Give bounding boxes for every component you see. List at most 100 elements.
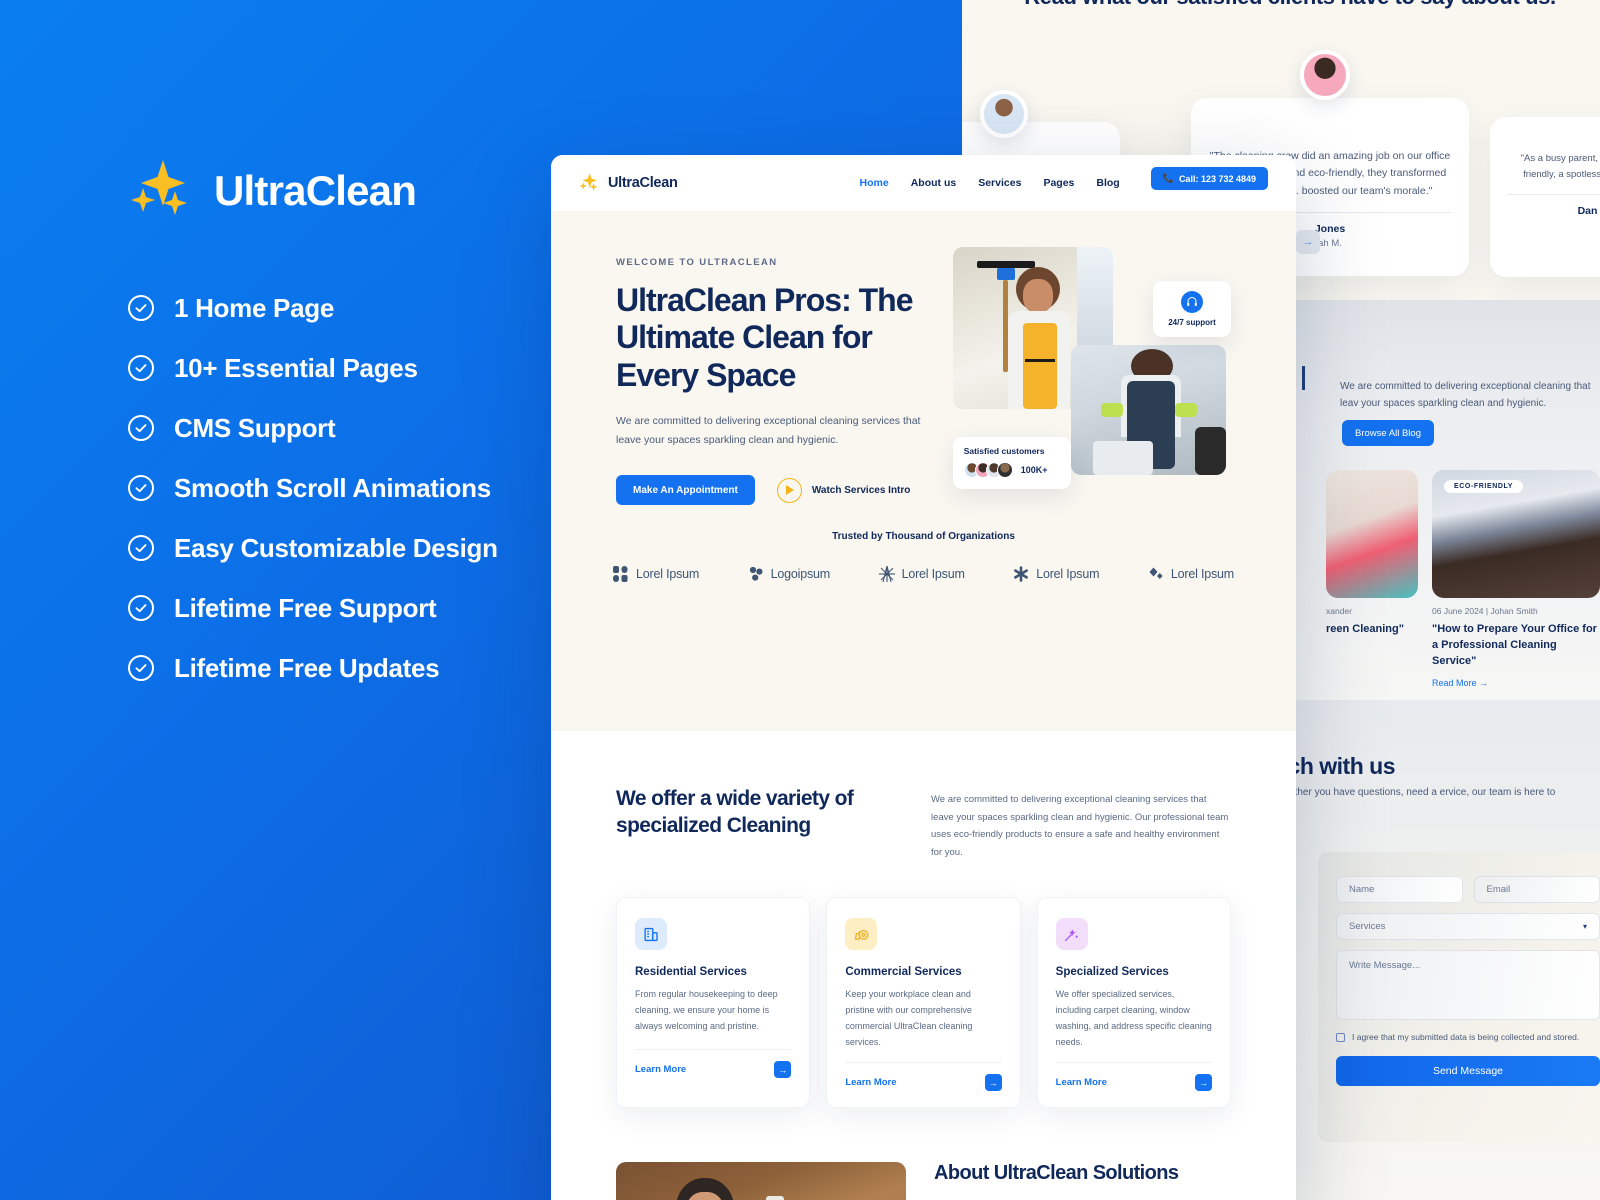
clover-icon — [749, 566, 763, 581]
promo-feature-item: CMS Support — [128, 398, 498, 458]
satisfied-customers-label: Satisfied customers — [963, 446, 1045, 457]
name-input[interactable]: Name — [1336, 876, 1463, 903]
partner-logo-label: Lorel Ipsum — [1036, 567, 1100, 582]
service-card-title: Residential Services — [635, 966, 747, 979]
building-icon — [635, 918, 667, 951]
blog-post-card[interactable]: ECO-FRIENDLY 06 June 2024 | Johan Smith … — [1432, 470, 1600, 688]
partner-logo: Lorel Ipsum — [1148, 566, 1234, 582]
make-appointment-button[interactable]: Make An Appointment — [616, 475, 755, 506]
blog-title: "How to Prepare Your Office for a Profes… — [1432, 623, 1597, 667]
diamonds-icon — [1149, 567, 1163, 580]
hero-cta-row: Make An Appointment Watch Services Intro — [616, 475, 933, 506]
vacuum-icon — [845, 918, 878, 951]
arrow-right-icon[interactable]: → — [1194, 1074, 1212, 1092]
nav-item-home[interactable]: Home — [860, 177, 889, 189]
check-circle-icon — [128, 475, 154, 501]
testimonials-title: Read what our satisfied clients have to … — [960, 0, 1600, 12]
promo-feature-item: 10+ Essential Pages — [128, 338, 498, 398]
play-icon — [776, 477, 802, 503]
promo-feature-label: Smooth Scroll Animations — [174, 472, 491, 503]
partner-logo: Lorel Ipsum — [878, 566, 965, 583]
blog-meta: xander — [1326, 606, 1352, 616]
watch-intro-button[interactable]: Watch Services Intro — [776, 477, 910, 503]
phone-icon: 📞 — [1162, 173, 1174, 183]
learn-more-link[interactable]: Learn More — [845, 1077, 896, 1088]
hero-title: UltraClean Pros: The Ultimate Clean for … — [616, 282, 914, 393]
satisfied-customers-count: 100K+ — [1020, 465, 1048, 476]
check-circle-icon — [128, 595, 154, 621]
consent-row[interactable]: I agree that my submitted data is being … — [1336, 1032, 1600, 1042]
email-input[interactable]: Email — [1473, 876, 1600, 903]
services-select-label: Services — [1349, 921, 1386, 932]
services-paragraph: We are committed to delivering exception… — [931, 794, 1229, 858]
blog-post-card[interactable]: xander reen Cleaning" — [1326, 470, 1418, 638]
promo-feature-label: Lifetime Free Support — [174, 592, 437, 623]
avatar — [980, 90, 1028, 138]
nav-item-blog[interactable]: Blog — [1096, 177, 1119, 189]
learn-more-link[interactable]: Learn More — [1056, 1077, 1107, 1088]
nav-item-pages[interactable]: Pages — [1043, 177, 1074, 189]
site-logo-text: UltraClean — [608, 175, 678, 191]
quad-blocks-icon — [613, 566, 628, 583]
nav-item-about-us[interactable]: About us — [911, 177, 957, 189]
partner-logo-label: Lorel Ipsum — [901, 567, 965, 582]
partner-logo-label: Lorel Ipsum — [636, 567, 700, 582]
service-card[interactable]: Residential Services From regular housek… — [616, 897, 811, 1109]
hero-eyebrow: WELCOME TO ULTRACLEAN — [616, 257, 778, 268]
services-heading: We offer a wide variety of specialized C… — [616, 787, 854, 838]
promo-feature-label: 10+ Essential Pages — [174, 352, 418, 383]
message-textarea[interactable]: Write Message... — [1336, 950, 1600, 1020]
learn-more-link[interactable]: Learn More — [635, 1064, 686, 1075]
promo-feature-label: CMS Support — [174, 412, 336, 443]
hero-paragraph: We are committed to delivering exception… — [616, 415, 921, 446]
about-section: About UltraClean Solutions At UltraClean… — [551, 1108, 1296, 1200]
arrow-right-icon[interactable]: → — [984, 1074, 1002, 1092]
promo-feature-label: Lifetime Free Updates — [174, 652, 440, 683]
testimonial-quote: "As a busy parent, th Thorough, friendly… — [1520, 153, 1600, 180]
contact-form: Name Email Services ▾ Write Message... I… — [1318, 852, 1600, 1142]
avatar-group — [963, 462, 1013, 479]
check-circle-icon — [128, 355, 154, 381]
about-photo — [616, 1162, 906, 1200]
avatar — [996, 462, 1013, 479]
check-circle-icon — [128, 295, 154, 321]
promo-feature-item: Smooth Scroll Animations — [128, 458, 498, 518]
support-badge-label: 24/7 support — [1168, 318, 1216, 327]
services-select[interactable]: Services ▾ — [1336, 913, 1600, 940]
site-logo[interactable]: UltraClean — [579, 172, 678, 194]
read-more-link[interactable]: Read More → — [1432, 678, 1600, 688]
trusted-by-label: Trusted by Thousand of Organizations — [832, 531, 1015, 543]
consent-checkbox[interactable] — [1336, 1032, 1345, 1042]
partner-logo: Lorel Ipsum — [613, 566, 700, 583]
send-message-button[interactable]: Send Message — [1336, 1056, 1600, 1086]
call-button[interactable]: 📞 Call: 123 732 4849 — [1150, 167, 1268, 190]
sparkle-wand-icon — [1055, 918, 1088, 951]
browse-all-blog-button[interactable]: Browse All Blog — [1342, 420, 1434, 446]
service-card[interactable]: Specialized Services We offer specialize… — [1036, 897, 1231, 1109]
testimonial-next-button[interactable]: → — [1296, 230, 1320, 254]
blog-image: ECO-FRIENDLY — [1432, 470, 1600, 598]
hero-section: WELCOME TO ULTRACLEAN UltraClean Pros: T… — [551, 211, 1296, 731]
promo-feature-item: 1 Home Page — [128, 278, 498, 338]
service-card-text: We offer specialized services, including… — [1055, 989, 1212, 1047]
service-card-text: Keep your workplace clean and pristine w… — [845, 989, 973, 1047]
service-card-title: Specialized Services — [1055, 966, 1169, 979]
headphones-icon — [1181, 291, 1203, 313]
sunburst-icon — [878, 566, 895, 583]
testimonial-card-right: "As a busy parent, th Thorough, friendly… — [1490, 117, 1600, 277]
satisfied-customers-badge: Satisfied customers 100K+ — [952, 437, 1071, 490]
arrow-right-icon[interactable]: → — [774, 1061, 792, 1079]
sparkles-icon — [579, 172, 601, 194]
service-card[interactable]: Commercial Services Keep your workplace … — [826, 897, 1021, 1109]
consent-label: I agree that my submitted data is being … — [1352, 1032, 1580, 1042]
hero-media: 24/7 support Satisfied customers 100K+ — [952, 247, 1231, 505]
nav-item-services[interactable]: Services — [978, 177, 1021, 189]
trusted-by-section: Trusted by Thousand of Organizations Lor… — [551, 531, 1296, 583]
services-section: We offer a wide variety of specialized C… — [551, 731, 1296, 1109]
partner-logo-label: Logoipsum — [770, 567, 831, 582]
background-contact-section: uch with us Whether you have questions, … — [1274, 700, 1600, 1200]
check-circle-icon — [128, 535, 154, 561]
promo-feature-label: Easy Customizable Design — [174, 532, 498, 563]
check-circle-icon — [128, 415, 154, 441]
about-content: About UltraClean Solutions At UltraClean… — [934, 1162, 1224, 1200]
